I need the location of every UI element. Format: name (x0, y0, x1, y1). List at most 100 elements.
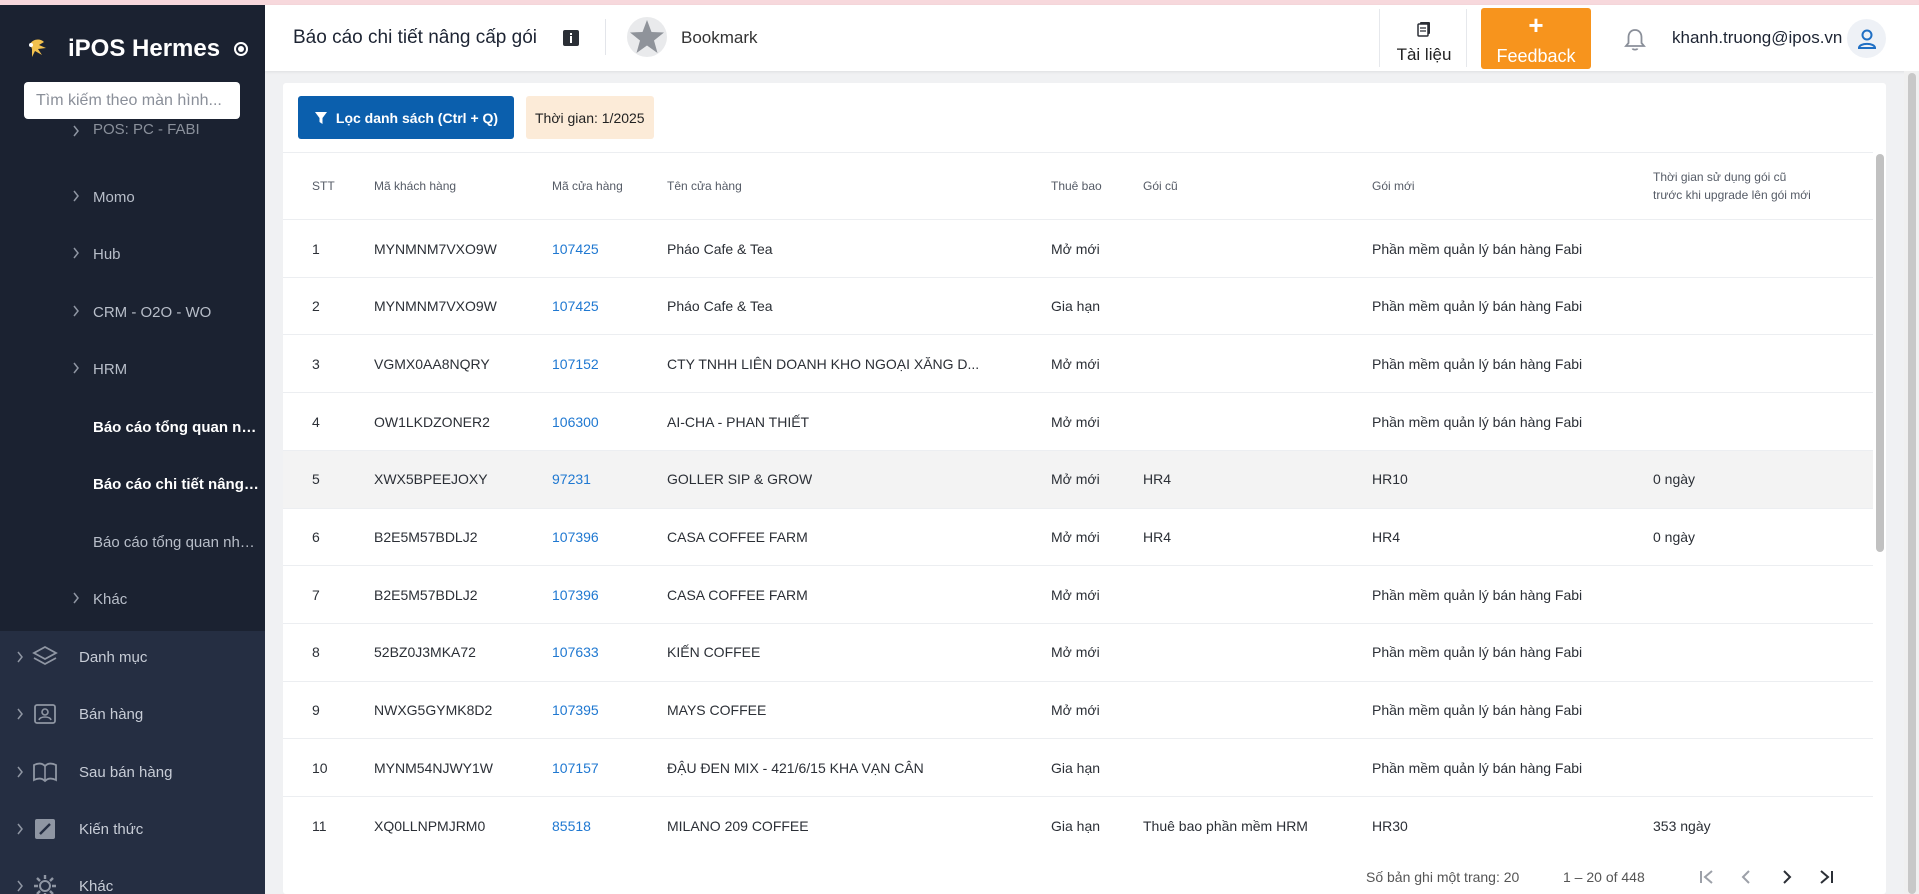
table-row[interactable]: 4 OW1LKDZONER2 106300 AI-CHA - PHAN THIẾT Mở… (283, 392, 1873, 450)
cell-store-name: ĐẬU ĐEN MIX - 421/6/15 KHA VẠN CÂN (667, 759, 924, 776)
brand[interactable]: iPOS Hermes (22, 29, 249, 69)
store-code-link[interactable]: 107396 (552, 509, 599, 566)
bell-icon[interactable] (1622, 27, 1648, 53)
filter-list-button[interactable]: Lọc danh sách (Ctrl + Q) (298, 96, 514, 139)
store-code-link[interactable]: 107152 (552, 335, 599, 392)
cell-stt: 8 (312, 644, 320, 661)
cell-new-package: HR30 (1372, 817, 1408, 834)
table-row[interactable]: 3 VGMX0AA8NQRY 107152 CTY TNHH LIÊN DOANH K… (283, 334, 1873, 392)
sidebar-item-hrm[interactable]: HRM (0, 349, 265, 389)
sidebar-item-sau-ban-hang[interactable]: Sau bán hàng (0, 750, 265, 794)
chevron-right-icon (17, 823, 23, 835)
cell-customer-code: XQ0LLNPMJRM0 (374, 817, 486, 834)
cell-store-name: CASA COFFEE FARM (667, 586, 808, 603)
sidebar-item-danh-muc[interactable]: Danh mục (0, 635, 265, 679)
column-header-stt: STT (312, 179, 335, 193)
column-header-new-package: Gói mới (1372, 179, 1415, 193)
feedback-button[interactable]: + Feedback (1481, 8, 1591, 69)
table-row[interactable]: 10 MYNM54NJWY1W 107157 ĐẬU ĐEN MIX - 421/6/… (283, 738, 1873, 796)
gear-icon (34, 875, 56, 894)
cell-new-package: Phần mềm quản lý bán hàng Fabi (1372, 644, 1583, 661)
cell-customer-code: 52BZ0J3MKA72 (374, 644, 476, 661)
sidebar-item-label: POS: PC - FABI (93, 121, 200, 138)
sidebar: iPOS Hermes POS: PC - FABI Momo Hub CRM … (0, 5, 265, 894)
store-code-link[interactable]: 107396 (552, 566, 599, 623)
column-header-store-code: Mã cửa hàng (552, 179, 623, 193)
store-code-link[interactable]: 107425 (552, 220, 599, 277)
time-filter-badge[interactable]: Thời gian: 1/2025 (526, 96, 654, 139)
sidebar-item-kien-thuc[interactable]: Kiến thức (0, 807, 265, 851)
prev-page-button[interactable] (1733, 864, 1759, 890)
sidebar-item-khac[interactable]: Khác (0, 864, 265, 894)
cell-customer-code: MYNMNM7VXO9W (374, 240, 497, 257)
cell-store-name: GOLLER SIP & GROW (667, 471, 813, 488)
table-row[interactable]: 1 MYNMNM7VXO9W 107425 Pháo Cafe & Tea Mở mới… (283, 219, 1873, 277)
user-icon (1857, 29, 1876, 49)
table-row[interactable]: 2 MYNMNM7VXO9W 107425 Pháo Cafe & Tea Gia hạ… (283, 276, 1873, 335)
chevron-right-icon (17, 766, 23, 778)
table-row[interactable]: 5 XWX5BPEEJOXY 97231 GOLLER SIP & GROW Mở mớ… (283, 449, 1873, 508)
first-page-button[interactable] (1694, 864, 1720, 890)
window-scrollbar-thumb[interactable] (1908, 73, 1916, 894)
last-page-button[interactable] (1813, 864, 1839, 890)
chevron-right-icon (73, 190, 79, 202)
sidebar-item-pos-pc-fabi[interactable]: POS: PC - FABI (0, 119, 265, 141)
cell-customer-code: XWX5BPEEJOXY (374, 471, 488, 488)
sidebar-item-label: Sau bán hàng (79, 763, 173, 781)
store-code-link[interactable]: 107425 (552, 278, 599, 335)
cell-stt: 3 (312, 355, 320, 372)
bookmark-label[interactable]: Bookmark (681, 28, 758, 48)
next-page-button[interactable] (1774, 864, 1800, 890)
table-row[interactable]: 9 NWXG5GYMK8D2 107395 MAYS COFFEE Mở mới Phần… (283, 680, 1873, 739)
cell-store-name: MILANO 209 COFFEE (667, 817, 809, 834)
per-page-label[interactable]: Số bản ghi một trang: 20 (1366, 869, 1519, 885)
bookmark-star-icon[interactable] (626, 16, 668, 58)
store-code-link[interactable]: 107633 (552, 624, 599, 681)
store-code-link[interactable]: 107157 (552, 739, 599, 796)
sidebar-item-khac-sub[interactable]: Khác (0, 579, 265, 619)
table-scrollbar-thumb[interactable] (1876, 154, 1884, 552)
sidebar-item-label: Momo (93, 188, 135, 206)
table-row[interactable]: 11 XQ0LLNPMJRM0 85518 MILANO 209 COFFEE Gia … (283, 796, 1873, 852)
cell-subscription: Gia hạn (1051, 817, 1101, 834)
sidebar-item-crm[interactable]: CRM - O2O - WO (0, 292, 265, 332)
avatar[interactable] (1847, 19, 1886, 58)
table-row[interactable]: 8 52BZ0J3MKA72 107633 KIẾN COFFEE Mở mới Phần… (283, 622, 1873, 681)
cell-store-name: MAYS COFFEE (667, 702, 767, 719)
sidebar-item-ban-hang[interactable]: Bán hàng (0, 692, 265, 736)
sidebar-item-bao-cao-tong-quan-nhan-su[interactable]: Báo cáo tổng quan nhân sự (0, 522, 265, 562)
store-code-link[interactable]: 97231 (552, 451, 591, 508)
column-header-old-package: Gói cũ (1143, 179, 1178, 193)
table-row[interactable]: 7 B2E5M57BDLJ2 107396 CASA COFFEE FARM Mở mớ… (283, 565, 1873, 623)
store-code-link[interactable]: 85518 (552, 797, 591, 852)
radio-dot-icon[interactable] (234, 42, 249, 56)
cell-store-name: CASA COFFEE FARM (667, 529, 808, 545)
store-code-link[interactable]: 107395 (552, 682, 599, 739)
sidebar-item-hub[interactable]: Hub (0, 234, 265, 274)
sidebar-item-bao-cao-tong-quan-nang-cap[interactable]: Báo cáo tổng quan nâng cấp gói (0, 407, 265, 447)
cashier-icon (34, 704, 56, 724)
store-code-link[interactable]: 106300 (552, 393, 599, 450)
plus-icon: + (1528, 10, 1544, 40)
cell-customer-code: B2E5M57BDLJ2 (374, 529, 478, 545)
cell-new-package: Phần mềm quản lý bán hàng Fabi (1372, 759, 1583, 776)
top-header: Báo cáo chi tiết nâng cấp gói Bookmark T… (265, 5, 1919, 71)
column-header-subscription: Thuê bao (1051, 179, 1102, 193)
cell-store-name: Pháo Cafe & Tea (667, 240, 773, 257)
window-scrollbar[interactable] (1904, 71, 1919, 894)
cell-stt: 7 (312, 586, 320, 603)
sidebar-search-input[interactable] (24, 82, 240, 119)
cell-store-name: KIẾN COFFEE (667, 644, 761, 661)
sidebar-item-label: Bán hàng (79, 705, 144, 723)
pagination: Số bản ghi một trang: 20 1 – 20 of 448 (283, 861, 1886, 894)
docs-button[interactable]: Tài liệu (1379, 9, 1467, 67)
info-icon[interactable] (562, 29, 580, 47)
table-row[interactable]: 6 B2E5M57BDLJ2 107396 CASA COFFEE FARM Mở mớ… (283, 507, 1873, 566)
chevron-right-icon (17, 880, 23, 892)
chevron-right-icon (73, 125, 79, 137)
page-range-label: 1 – 20 of 448 (1563, 869, 1645, 885)
sidebar-item-momo[interactable]: Momo (0, 177, 265, 217)
user-email[interactable]: khanh.truong@ipos.vn (1672, 28, 1842, 48)
sidebar-item-bao-cao-chi-tiet-nang-cap[interactable]: Báo cáo chi tiết nâng cấp gói (0, 464, 265, 504)
chevron-right-icon (17, 651, 23, 663)
